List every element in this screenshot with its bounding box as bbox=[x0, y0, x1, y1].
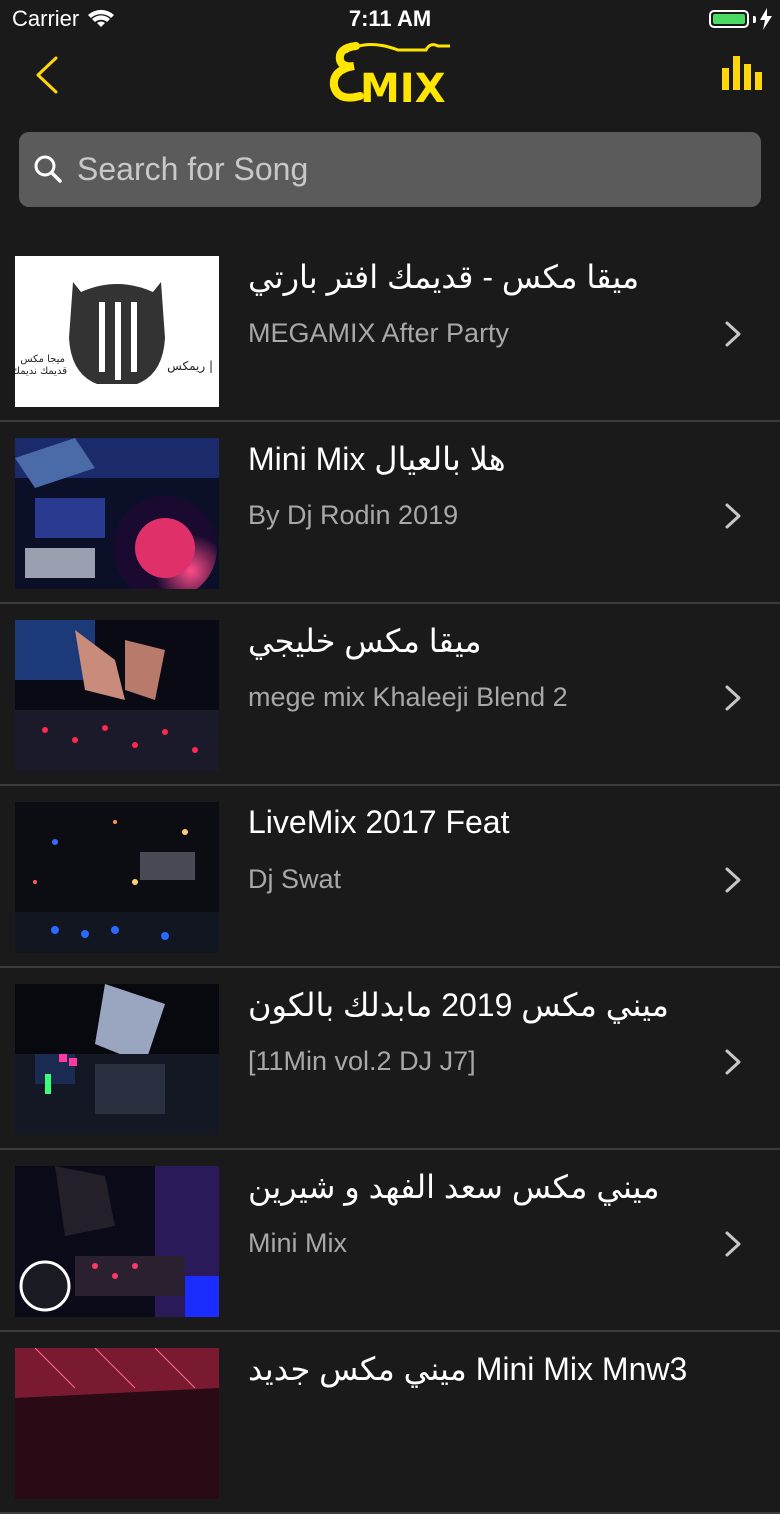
song-subtitle: By Dj Rodin 2019 bbox=[248, 500, 459, 530]
thumb-caption: ريمكس | bbox=[167, 359, 213, 374]
song-title: ميقا مكس خليجي bbox=[248, 623, 482, 659]
song-row[interactable]: ميني مكس سعد الفهد و شيرين Mini Mix bbox=[0, 1150, 780, 1332]
nav-bar: MIX bbox=[0, 40, 780, 120]
search-icon bbox=[34, 155, 62, 183]
search-input[interactable] bbox=[77, 132, 747, 207]
song-title: ميقا مكس - قديمك افتر بارتي bbox=[248, 259, 640, 295]
battery-indicator bbox=[709, 8, 772, 30]
chevron-right-icon bbox=[725, 321, 741, 347]
chevron-right-icon bbox=[725, 685, 741, 711]
back-chevron-icon[interactable] bbox=[30, 54, 66, 96]
song-thumbnail bbox=[15, 438, 219, 589]
clock: 7:11 AM bbox=[348, 6, 432, 31]
song-subtitle: mege mix Khaleeji Blend 2 bbox=[248, 682, 568, 712]
song-row[interactable]: ميجا مكس قديمك نديمك ريمكس | ميقا مكس - … bbox=[0, 240, 780, 422]
logo-text: MIX bbox=[360, 66, 446, 110]
song-list: ميجا مكس قديمك نديمك ريمكس | ميقا مكس - … bbox=[0, 240, 780, 1514]
song-thumbnail bbox=[15, 1166, 219, 1317]
thumb-caption: قديمك نديمك bbox=[15, 366, 67, 377]
search-bar[interactable] bbox=[19, 132, 761, 207]
song-row[interactable]: Mini Mix هلا بالعيال By Dj Rodin 2019 bbox=[0, 422, 780, 604]
charging-bolt-icon bbox=[760, 8, 772, 30]
song-title: LiveMix 2017 Feat bbox=[248, 804, 510, 840]
chevron-right-icon bbox=[725, 503, 741, 529]
song-subtitle: Dj Swat bbox=[248, 864, 342, 894]
song-row[interactable]: ميني مكس 2019 مابدلك بالكون [11Min vol.2… bbox=[0, 968, 780, 1150]
chevron-right-icon bbox=[725, 1049, 741, 1075]
song-thumbnail bbox=[15, 802, 219, 953]
song-subtitle: Mini Mix bbox=[248, 1228, 347, 1258]
song-row[interactable]: ميقا مكس خليجي mege mix Khaleeji Blend 2 bbox=[0, 604, 780, 786]
chevron-right-icon bbox=[725, 1231, 741, 1257]
song-title: ميني مكس سعد الفهد و شيرين bbox=[248, 1169, 660, 1205]
song-row[interactable]: LiveMix 2017 Feat Dj Swat bbox=[0, 786, 780, 968]
song-thumbnail bbox=[15, 1348, 219, 1499]
song-title: ميني مكس 2019 مابدلك بالكون bbox=[248, 987, 669, 1023]
song-thumbnail bbox=[15, 984, 219, 1135]
song-row[interactable]: ميني مكس جديد Mini Mix Mnw3 bbox=[0, 1332, 780, 1514]
song-title: Mini Mix هلا بالعيال bbox=[248, 441, 506, 477]
song-title: ميني مكس جديد Mini Mix Mnw3 bbox=[248, 1351, 688, 1387]
song-subtitle: [11Min vol.2 DJ J7] bbox=[248, 1046, 476, 1076]
song-thumbnail: ميجا مكس قديمك نديمك ريمكس | bbox=[15, 256, 219, 407]
emix-logo: MIX bbox=[329, 42, 450, 110]
song-subtitle: MEGAMIX After Party bbox=[248, 318, 510, 348]
status-bar: Carrier 7:11 AM bbox=[0, 0, 780, 40]
equalizer-icon[interactable] bbox=[722, 56, 762, 90]
thumb-caption: ميجا مكس bbox=[20, 354, 65, 365]
chevron-right-icon bbox=[725, 867, 741, 893]
battery-icon bbox=[709, 10, 749, 28]
song-thumbnail bbox=[15, 620, 219, 771]
